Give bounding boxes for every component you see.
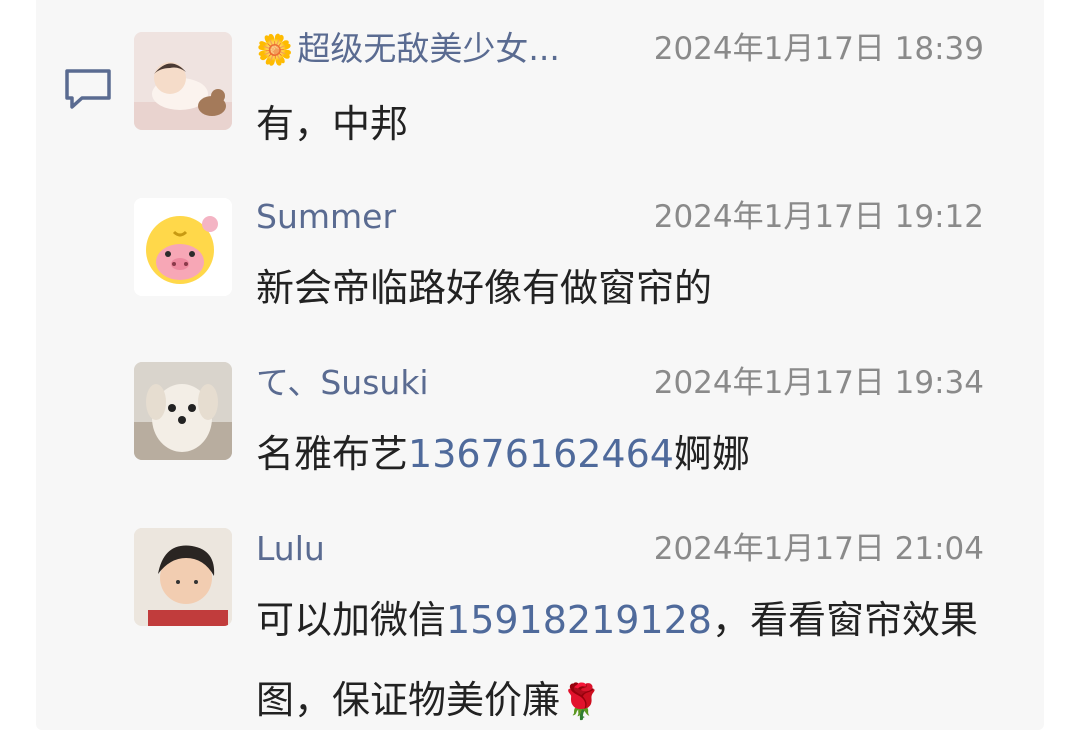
comment-text: 有，中邦 — [256, 102, 409, 146]
comment-item: Lulu 2024年1月17日 21:04 可以加微信15918219128，看… — [0, 524, 1080, 730]
phone-link[interactable]: 15918219128 — [446, 598, 712, 642]
author-name[interactable]: 🌼 超级无敌美少女... — [256, 24, 560, 74]
comment-item: て、Susuki 2024年1月17日 19:34 名雅布艺1367616246… — [0, 358, 1080, 508]
comment-text: 新会帝临路好像有做窗帘的 — [256, 266, 713, 310]
avatar[interactable] — [134, 362, 232, 460]
comment-item: 🌼 超级无敌美少女... 2024年1月17日 18:39 有，中邦 — [0, 24, 1080, 174]
author-name[interactable]: Lulu — [256, 524, 325, 574]
avatar[interactable] — [134, 32, 232, 130]
rose-icon: 🌹 — [560, 682, 603, 722]
timestamp: 2024年1月17日 19:34 — [653, 365, 984, 401]
author-name[interactable]: て、Susuki — [256, 358, 429, 408]
timestamp: 2024年1月17日 18:39 — [653, 31, 984, 67]
phone-link[interactable]: 13676162464 — [408, 432, 674, 476]
author-name[interactable]: Summer — [256, 192, 396, 242]
timestamp: 2024年1月17日 21:04 — [653, 531, 984, 567]
avatar[interactable] — [134, 528, 232, 626]
timestamp: 2024年1月17日 19:12 — [653, 199, 984, 235]
comment-item: Summer 2024年1月17日 19:12 新会帝临路好像有做窗帘的 — [0, 192, 1080, 342]
comment-text: 可以加微信15918219128，看看窗帘效果图，保证物美价廉🌹 — [256, 598, 978, 722]
comment-text: 名雅布艺13676162464婀娜 — [256, 432, 750, 476]
sunflower-icon: 🌼 — [256, 33, 294, 68]
avatar[interactable] — [134, 198, 232, 296]
